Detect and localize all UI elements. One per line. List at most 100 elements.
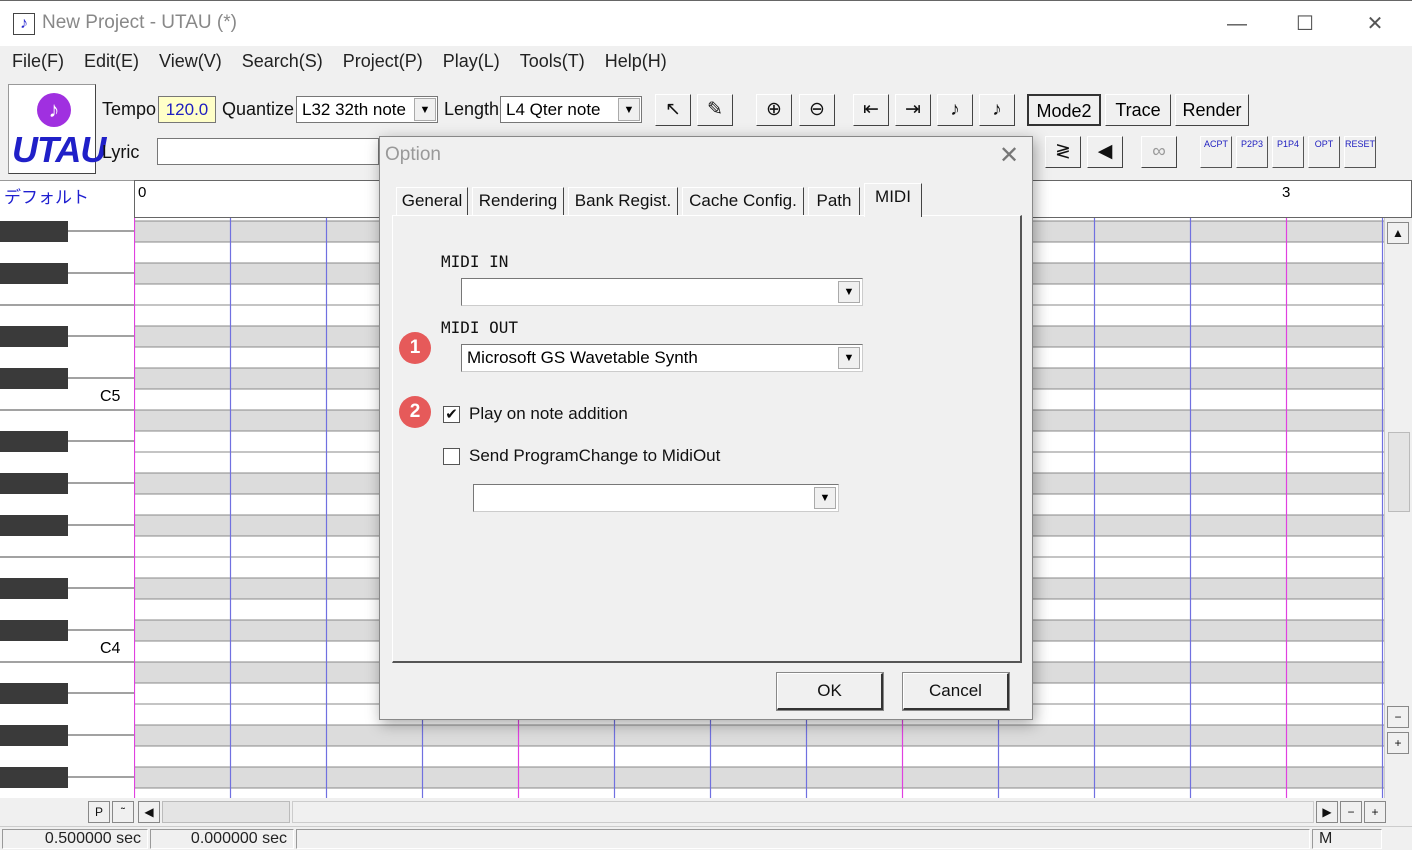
- tab-midi[interactable]: MIDI: [864, 183, 922, 217]
- skip-start-icon: ⇤: [863, 99, 879, 120]
- lyric-input[interactable]: [157, 138, 379, 165]
- tempo-label: Tempo: [102, 99, 157, 119]
- acpt-label: ACPT: [1203, 139, 1228, 149]
- menu-file[interactable]: File(F): [2, 51, 74, 72]
- ruler-mark: 0: [138, 184, 147, 201]
- zoom-plus-h-button[interactable]: +: [1364, 801, 1386, 823]
- check-icon: ✔: [445, 406, 458, 423]
- chevron-down-icon[interactable]: ▼: [838, 347, 860, 369]
- tab-cache-config[interactable]: Cache Config.: [682, 187, 804, 215]
- hscroll-track[interactable]: [292, 801, 1314, 823]
- pointer-tool-button[interactable]: ↖: [655, 94, 691, 126]
- trace-button[interactable]: Trace: [1105, 94, 1171, 126]
- zoom-in-button[interactable]: ⊕: [756, 94, 792, 126]
- option-dialog: Option ✕ General Rendering Bank Regist. …: [379, 136, 1033, 720]
- go-end-button[interactable]: ⇥: [895, 94, 931, 126]
- loop-button[interactable]: ∞: [1141, 136, 1177, 168]
- zoom-minus-button[interactable]: −: [1340, 801, 1362, 823]
- go-start-button[interactable]: ⇤: [853, 94, 889, 126]
- midi-out-select[interactable]: Microsoft GS Wavetable Synth ▼: [461, 344, 863, 372]
- menu-search[interactable]: Search(S): [232, 51, 333, 72]
- menu-help[interactable]: Help(H): [595, 51, 677, 72]
- note-right-icon: ♪: [992, 99, 1002, 120]
- status-message: [296, 829, 1310, 849]
- menu-edit[interactable]: Edit(E): [74, 51, 149, 72]
- vscroll-thumb[interactable]: [1388, 432, 1410, 512]
- tab-rendering[interactable]: Rendering: [472, 187, 564, 215]
- vertical-scrollbar[interactable]: ▲ − +: [1384, 218, 1412, 798]
- tempo-input[interactable]: 120.0: [158, 96, 216, 123]
- stop-button[interactable]: ◀: [1087, 136, 1123, 168]
- hscroll-thumb[interactable]: [162, 801, 290, 823]
- send-program-change-checkbox[interactable]: [443, 448, 460, 465]
- scroll-down-button[interactable]: −: [1387, 706, 1409, 728]
- length-select[interactable]: L4 Qter note ▼: [500, 96, 642, 123]
- dialog-title: Option: [385, 144, 441, 165]
- prev-note-button[interactable]: ♪: [937, 94, 973, 126]
- track-name[interactable]: デフォルト: [0, 180, 134, 218]
- p2p3-button[interactable]: P2P3: [1236, 136, 1268, 168]
- play-on-add-label[interactable]: Play on note addition: [469, 404, 628, 424]
- reset-button[interactable]: RESET: [1344, 136, 1376, 168]
- p-button[interactable]: P: [88, 801, 110, 823]
- zoom-out-button[interactable]: ⊖: [799, 94, 835, 126]
- ruler-mark: 3: [1282, 184, 1291, 201]
- close-button[interactable]: ✕: [1352, 9, 1398, 39]
- send-program-change-label[interactable]: Send ProgramChange to MidiOut: [469, 446, 720, 466]
- logo-note-icon: ♪: [37, 93, 71, 127]
- midi-in-select[interactable]: ▼: [461, 278, 863, 306]
- next-note-button[interactable]: ♪: [979, 94, 1015, 126]
- tab-bank-regist[interactable]: Bank Regist.: [568, 187, 678, 215]
- scroll-right-button[interactable]: ▶: [1316, 801, 1338, 823]
- ok-button[interactable]: OK: [776, 672, 884, 711]
- pencil-tool-button[interactable]: ✎: [697, 94, 733, 126]
- utau-logo: ♪ UTAU: [8, 84, 106, 174]
- opt-button[interactable]: OPT: [1308, 136, 1340, 168]
- piano-keyboard[interactable]: C5 C4: [0, 218, 134, 798]
- p1p4-button[interactable]: P1P4: [1272, 136, 1304, 168]
- menu-bar: File(F) Edit(E) View(V) Search(S) Projec…: [0, 46, 1412, 76]
- dialog-close-button[interactable]: ✕: [994, 141, 1024, 171]
- zoom-in-icon: ⊕: [766, 99, 782, 120]
- status-time-2: 0.000000 sec: [150, 829, 294, 849]
- app-icon[interactable]: ♪: [13, 13, 35, 35]
- menu-project[interactable]: Project(P): [333, 51, 433, 72]
- quantize-value: L32 32th note: [302, 100, 406, 119]
- chevron-down-icon[interactable]: ▼: [618, 98, 640, 121]
- loop-icon: ∞: [1152, 141, 1166, 162]
- maximize-button[interactable]: ☐: [1282, 9, 1328, 39]
- play-on-add-checkbox[interactable]: ✔: [443, 406, 460, 423]
- midi-out-label: MIDI OUT: [441, 318, 519, 337]
- menu-play[interactable]: Play(L): [433, 51, 510, 72]
- horizontal-scrollbar: P ˜ ◀ ▶ − +: [0, 798, 1412, 826]
- acpt-button[interactable]: ACPT: [1200, 136, 1232, 168]
- portamento-button[interactable]: ≷: [1045, 136, 1081, 168]
- menu-view[interactable]: View(V): [149, 51, 232, 72]
- chevron-down-icon[interactable]: ▼: [838, 281, 860, 303]
- program-select[interactable]: ▼: [473, 484, 839, 512]
- key-label-c4: C4: [100, 640, 121, 657]
- chevron-down-icon[interactable]: ▼: [814, 487, 836, 509]
- quantize-label: Quantize: [222, 99, 295, 119]
- scroll-up-button[interactable]: ▲: [1387, 222, 1409, 244]
- note-left-icon: ♪: [950, 99, 960, 120]
- menu-tools[interactable]: Tools(T): [510, 51, 595, 72]
- length-label: Length: [444, 99, 500, 119]
- tab-general[interactable]: General: [396, 187, 468, 215]
- mode2-button[interactable]: Mode2: [1027, 94, 1101, 126]
- chevron-down-icon[interactable]: ▼: [414, 98, 436, 121]
- scroll-left-button[interactable]: ◀: [138, 801, 160, 823]
- logo-text: UTAU: [12, 129, 106, 170]
- p1p4-label: P1P4: [1276, 139, 1300, 149]
- minimize-button[interactable]: —: [1214, 9, 1260, 39]
- render-button[interactable]: Render: [1175, 94, 1249, 126]
- cancel-button[interactable]: Cancel: [902, 672, 1010, 711]
- quantize-select[interactable]: L32 32th note ▼: [296, 96, 438, 123]
- skip-end-icon: ⇥: [905, 99, 921, 120]
- piano-keys-graphic: [0, 221, 134, 788]
- window-title: New Project - UTAU (*): [42, 12, 237, 33]
- tab-path[interactable]: Path: [808, 187, 860, 215]
- opt-label: OPT: [1314, 139, 1334, 149]
- tilde-button[interactable]: ˜: [112, 801, 134, 823]
- zoom-plus-button[interactable]: +: [1387, 732, 1409, 754]
